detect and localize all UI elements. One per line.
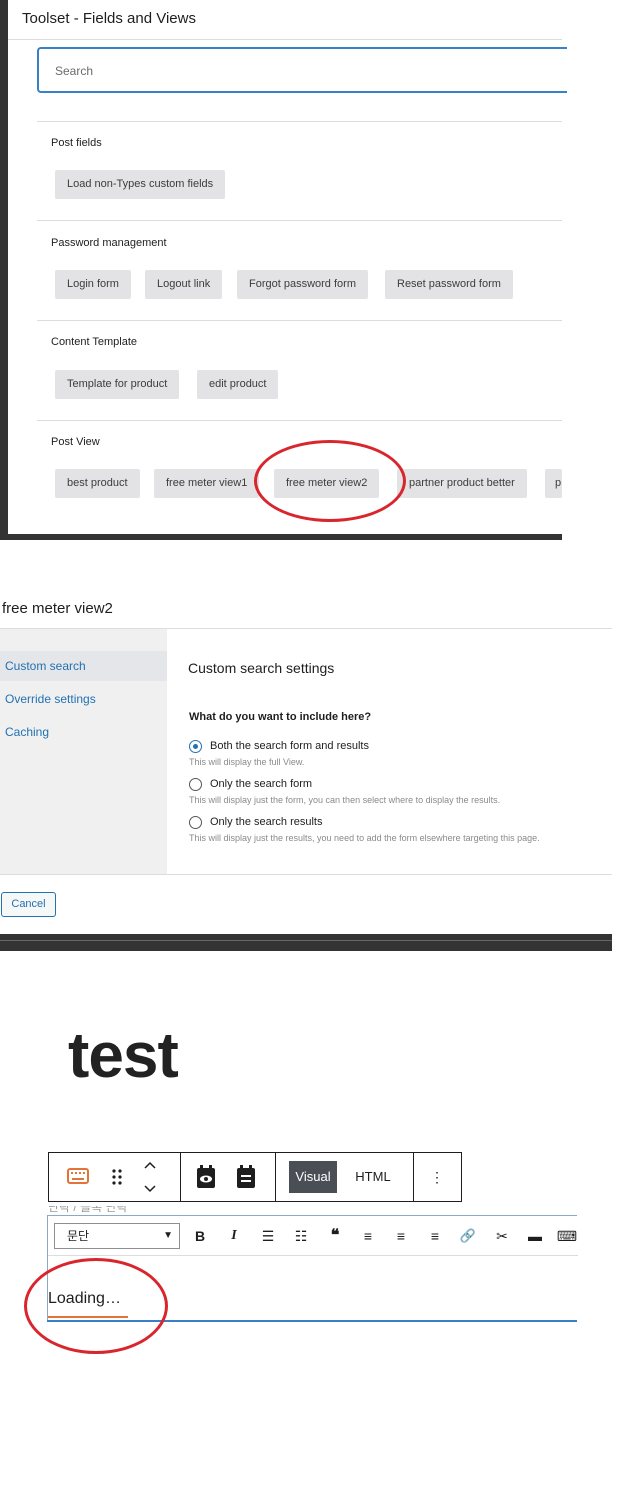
chip-best-product[interactable]: best product: [55, 469, 140, 498]
keyboard-icon[interactable]: [67, 1167, 89, 1185]
dialog-title: Toolset - Fields and Views: [22, 10, 196, 27]
chip-load-non-types[interactable]: Load non-Types custom fields: [55, 170, 226, 199]
italic-icon[interactable]: I: [224, 1226, 244, 1246]
divider: [0, 874, 612, 875]
section-title-post-view: Post View: [51, 436, 100, 448]
divider: [37, 121, 562, 122]
align-center-icon[interactable]: ≡: [391, 1226, 411, 1246]
move-up-down-icon[interactable]: [143, 1159, 157, 1195]
more-options-icon[interactable]: ⋮: [425, 1161, 449, 1193]
preview-eye-icon[interactable]: [195, 1164, 217, 1190]
block-toolbar: Visual HTML ⋮: [48, 1152, 462, 1202]
divider: [0, 940, 612, 941]
unlink-icon[interactable]: ✂: [492, 1226, 512, 1246]
cancel-button[interactable]: Cancel: [1, 892, 56, 917]
sidebar-item-custom-search[interactable]: Custom search: [0, 651, 167, 681]
divider: [8, 39, 562, 40]
divider: [37, 220, 562, 221]
chip-template-for-product[interactable]: Template for product: [55, 370, 180, 399]
dialog-title: free meter view2: [2, 600, 113, 617]
sidebar-item-caching[interactable]: Caching: [0, 717, 167, 747]
divider: [180, 1153, 181, 1201]
highlight-circle: [254, 440, 406, 522]
radio-label-both[interactable]: Both the search form and results: [210, 740, 369, 752]
chevron-down-icon: ▼: [163, 1230, 173, 1241]
radio-label-results-only[interactable]: Only the search results: [210, 816, 323, 828]
format-select[interactable]: 문단 ▼: [54, 1223, 180, 1249]
section-title-content-template: Content Template: [51, 336, 138, 348]
radio-results-only[interactable]: [189, 816, 202, 829]
chip-truncated[interactable]: p: [545, 469, 562, 498]
toolset-fields-views-dialog: Toolset - Fields and Views Post fields L…: [0, 0, 567, 540]
post-title[interactable]: test: [68, 1018, 179, 1092]
radio-desc-form-only: This will display just the form, you can…: [189, 795, 501, 805]
html-tab[interactable]: HTML: [349, 1161, 397, 1193]
chip-partner-product-better[interactable]: partner product better: [397, 469, 527, 498]
link-icon[interactable]: 🔗: [458, 1226, 478, 1246]
bold-icon[interactable]: B: [190, 1226, 210, 1246]
read-more-icon[interactable]: ▬: [525, 1226, 545, 1246]
radio-both[interactable]: [189, 740, 202, 753]
search-input[interactable]: [53, 63, 537, 79]
divider: [275, 1153, 276, 1201]
format-select-value: 문단: [67, 1229, 90, 1243]
chip-login-form[interactable]: Login form: [55, 270, 131, 299]
bullet-list-icon[interactable]: ☰: [258, 1226, 278, 1246]
radio-desc-both: This will display the full View.: [189, 757, 305, 767]
align-left-icon[interactable]: ≡: [358, 1226, 378, 1246]
divider: [413, 1153, 414, 1201]
highlight-circle: [24, 1258, 168, 1354]
background-strip: [0, 934, 612, 951]
section-title-password-management: Password management: [51, 237, 167, 249]
settings-question: What do you want to include here?: [189, 711, 372, 723]
editor-toolbar: 문단 ▼ B I ☰ ☷ ❝ ≡ ≡ ≡ 🔗 ✂ ▬ ⌨: [48, 1216, 578, 1256]
radio-form-only[interactable]: [189, 778, 202, 791]
visual-tab[interactable]: Visual: [289, 1161, 337, 1193]
radio-desc-results-only: This will display just the results, you …: [189, 833, 540, 843]
chip-free-meter-view1[interactable]: free meter view1: [154, 469, 260, 498]
divider: [37, 420, 562, 421]
chip-forgot-password-form[interactable]: Forgot password form: [237, 270, 368, 299]
chip-logout-link[interactable]: Logout link: [145, 270, 223, 299]
section-title-post-fields: Post fields: [51, 137, 102, 149]
divider: [37, 320, 562, 321]
numbered-list-icon[interactable]: ☷: [291, 1226, 311, 1246]
drag-handle-icon[interactable]: [111, 1167, 123, 1187]
radio-label-form-only[interactable]: Only the search form: [210, 778, 312, 790]
chip-reset-password-form[interactable]: Reset password form: [385, 270, 513, 299]
sidebar-item-override-settings[interactable]: Override settings: [0, 684, 167, 714]
background-strip: [0, 0, 8, 540]
blockquote-icon[interactable]: ❝: [325, 1226, 345, 1246]
clipboard-icon[interactable]: [235, 1164, 257, 1190]
settings-sidebar: Custom search Override settings Caching: [0, 629, 167, 874]
chip-edit-product[interactable]: edit product: [197, 370, 279, 399]
settings-heading: Custom search settings: [188, 660, 335, 676]
search-field[interactable]: [37, 47, 567, 93]
toolbar-toggle-icon[interactable]: ⌨: [556, 1226, 578, 1246]
background-strip: [0, 534, 562, 540]
align-right-icon[interactable]: ≡: [425, 1226, 445, 1246]
